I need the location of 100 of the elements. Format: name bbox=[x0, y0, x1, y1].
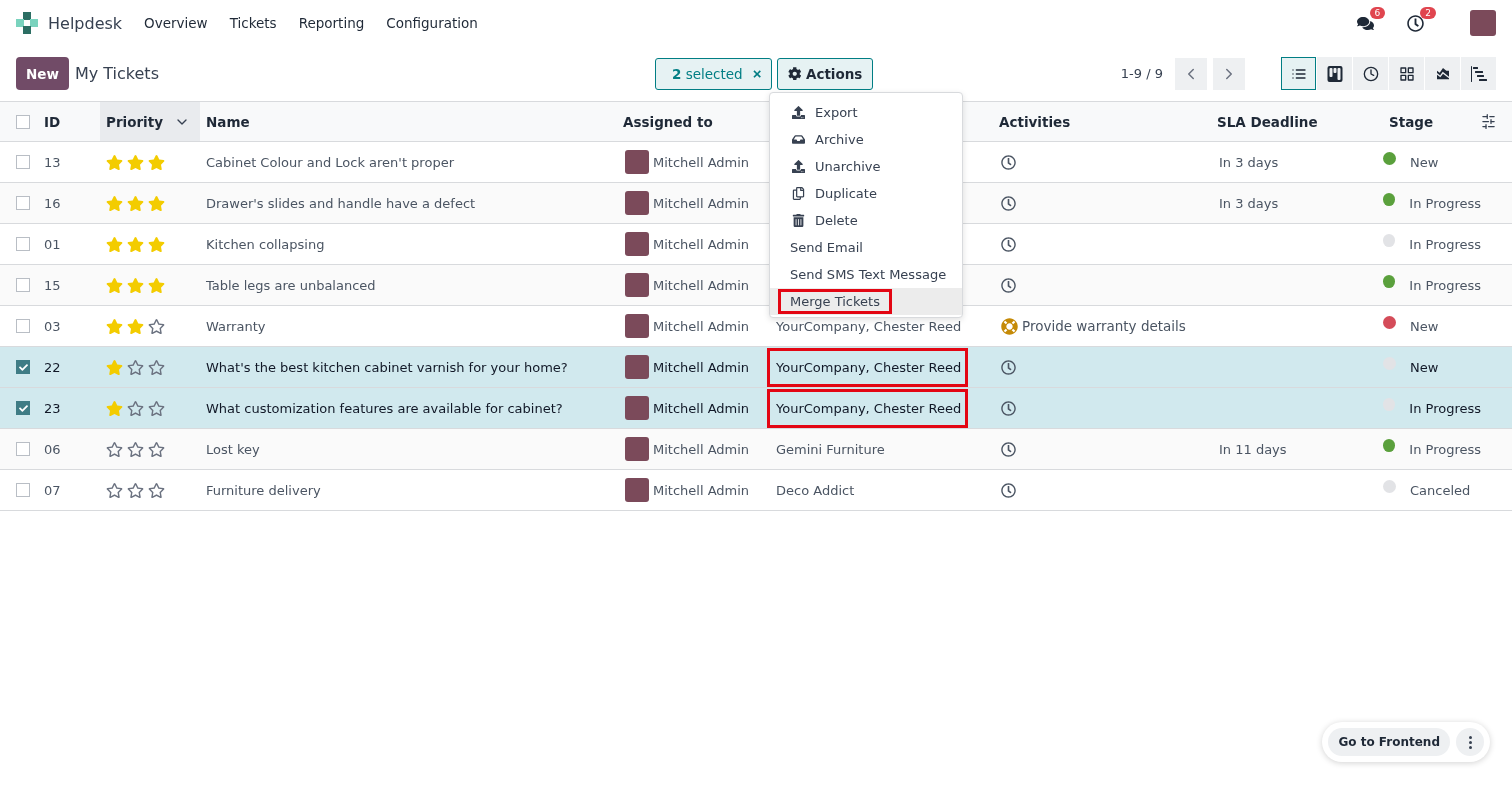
status-dot[interactable] bbox=[1383, 151, 1396, 165]
menu-item[interactable]: Overview bbox=[144, 15, 208, 31]
status-dot[interactable] bbox=[1383, 192, 1396, 206]
previous-button[interactable] bbox=[1175, 57, 1207, 90]
view-button[interactable] bbox=[1281, 57, 1316, 90]
actions-button[interactable]: Actions bbox=[777, 57, 874, 90]
view-button[interactable] bbox=[1389, 57, 1424, 90]
row-checkbox[interactable] bbox=[16, 319, 30, 333]
column-header[interactable]: ID bbox=[38, 113, 100, 130]
ticket-name: Drawer's slides and handle have a defect bbox=[205, 195, 477, 211]
filled-star-icon bbox=[148, 276, 165, 294]
filled-star-icon bbox=[106, 358, 123, 376]
empty-star-icon bbox=[127, 399, 144, 417]
kebab-icon bbox=[1468, 735, 1472, 749]
more-button[interactable] bbox=[1456, 728, 1484, 756]
assignee-name: Mitchell Admin bbox=[653, 195, 750, 211]
stage-name: New bbox=[1410, 154, 1439, 170]
filled-star-icon bbox=[127, 194, 144, 212]
filled-star-icon bbox=[127, 235, 144, 253]
column-header[interactable]: SLA Deadline bbox=[1211, 113, 1383, 130]
menu-option[interactable]: Send Email bbox=[770, 234, 962, 261]
menu-item[interactable]: Reporting bbox=[298, 15, 365, 31]
filled-star-icon bbox=[106, 276, 123, 294]
filled-star-icon bbox=[127, 317, 144, 335]
column-header[interactable]: Activities bbox=[993, 113, 1211, 130]
ticket-name: Lost key bbox=[205, 441, 261, 457]
next-button[interactable] bbox=[1213, 57, 1245, 90]
clock-icon bbox=[1001, 236, 1016, 252]
customer-name: YourCompany, Chester Reed bbox=[767, 388, 969, 428]
view-button[interactable] bbox=[1425, 57, 1460, 90]
menu-option[interactable]: Send SMS Text Message bbox=[770, 261, 962, 288]
menu-option[interactable]: Archive bbox=[770, 126, 962, 153]
ticket-name: What's the best kitchen cabinet varnish for your home? bbox=[205, 359, 569, 375]
ticket-id: 22 bbox=[43, 359, 62, 375]
clock-icon[interactable] bbox=[1407, 14, 1425, 32]
filled-star-icon bbox=[148, 194, 165, 212]
row-checkbox[interactable] bbox=[16, 483, 30, 497]
sla-deadline: In 3 days bbox=[1218, 195, 1280, 211]
view-button[interactable] bbox=[1317, 57, 1352, 90]
menu-option[interactable]: Unarchive bbox=[770, 153, 962, 180]
ticket-name: Cabinet Colour and Lock aren't proper bbox=[205, 154, 455, 170]
user-avatar bbox=[625, 150, 649, 174]
page-title: My Tickets bbox=[74, 64, 159, 83]
count-badge: 2 bbox=[1420, 6, 1436, 19]
menu-option[interactable]: Merge Tickets bbox=[770, 288, 962, 315]
row-checkbox[interactable] bbox=[16, 196, 30, 210]
status-dot[interactable] bbox=[1383, 479, 1396, 493]
menu-item[interactable]: Tickets bbox=[229, 15, 277, 31]
row-checkbox[interactable] bbox=[16, 237, 30, 251]
menu-option[interactable]: Export bbox=[770, 99, 962, 126]
assignee-name: Mitchell Admin bbox=[653, 277, 750, 293]
new-button[interactable]: New bbox=[16, 57, 69, 90]
status-dot[interactable] bbox=[1383, 438, 1396, 452]
user-avatar bbox=[625, 191, 649, 215]
chat-icon[interactable] bbox=[1356, 14, 1374, 32]
clock-icon bbox=[1001, 154, 1016, 170]
menu-option[interactable]: Duplicate bbox=[770, 180, 962, 207]
clear-selection-button[interactable]: × bbox=[752, 65, 762, 82]
menu-option[interactable]: Delete bbox=[770, 207, 962, 234]
clock-icon bbox=[1001, 400, 1016, 416]
clock-icon bbox=[1362, 65, 1379, 82]
column-header[interactable]: Stage bbox=[1383, 113, 1481, 130]
selected-count: 2 selected bbox=[671, 65, 743, 82]
filled-star-icon bbox=[106, 153, 123, 171]
status-dot[interactable] bbox=[1383, 274, 1396, 288]
stage-name: In Progress bbox=[1409, 195, 1481, 211]
ticket-name: Furniture delivery bbox=[205, 482, 322, 498]
count-badge: 6 bbox=[1369, 6, 1386, 19]
column-settings-icon bbox=[1481, 114, 1496, 129]
column-header[interactable]: Name bbox=[200, 113, 617, 130]
view-button[interactable] bbox=[1353, 57, 1388, 90]
lifebuoy-icon bbox=[1001, 317, 1018, 335]
column-header[interactable]: Assigned to bbox=[617, 113, 771, 130]
kanban-icon bbox=[1326, 65, 1343, 82]
clock-icon bbox=[1001, 441, 1016, 457]
view-button[interactable] bbox=[1461, 57, 1496, 90]
bars-icon bbox=[1470, 65, 1487, 82]
go-to-frontend-button[interactable]: Go to Frontend bbox=[1328, 728, 1450, 756]
row-checkbox[interactable] bbox=[16, 401, 30, 415]
status-dot[interactable] bbox=[1383, 233, 1396, 247]
row-checkbox[interactable] bbox=[16, 278, 30, 292]
select-all-checkbox[interactable] bbox=[16, 114, 30, 129]
app-name[interactable]: Helpdesk bbox=[48, 13, 123, 33]
row-checkbox[interactable] bbox=[16, 442, 30, 456]
status-dot[interactable] bbox=[1383, 315, 1396, 329]
empty-star-icon bbox=[148, 399, 165, 417]
row-checkbox[interactable] bbox=[16, 360, 30, 374]
empty-star-icon bbox=[106, 440, 123, 458]
menu-item[interactable]: Configuration bbox=[386, 15, 478, 31]
filled-star-icon bbox=[148, 235, 165, 253]
ticket-name: Table legs are unbalanced bbox=[205, 277, 377, 293]
assignee-name: Mitchell Admin bbox=[653, 236, 750, 252]
ticket-name: What customization features are available for cabinet? bbox=[205, 400, 564, 416]
empty-star-icon bbox=[148, 317, 165, 335]
empty-star-icon bbox=[148, 481, 165, 499]
assignee-name: Mitchell Admin bbox=[653, 441, 750, 457]
row-checkbox[interactable] bbox=[16, 155, 30, 169]
customer-name: YourCompany, Chester Reed bbox=[775, 317, 963, 336]
trash-icon bbox=[792, 214, 805, 227]
ticket-name: Kitchen collapsing bbox=[205, 236, 326, 252]
